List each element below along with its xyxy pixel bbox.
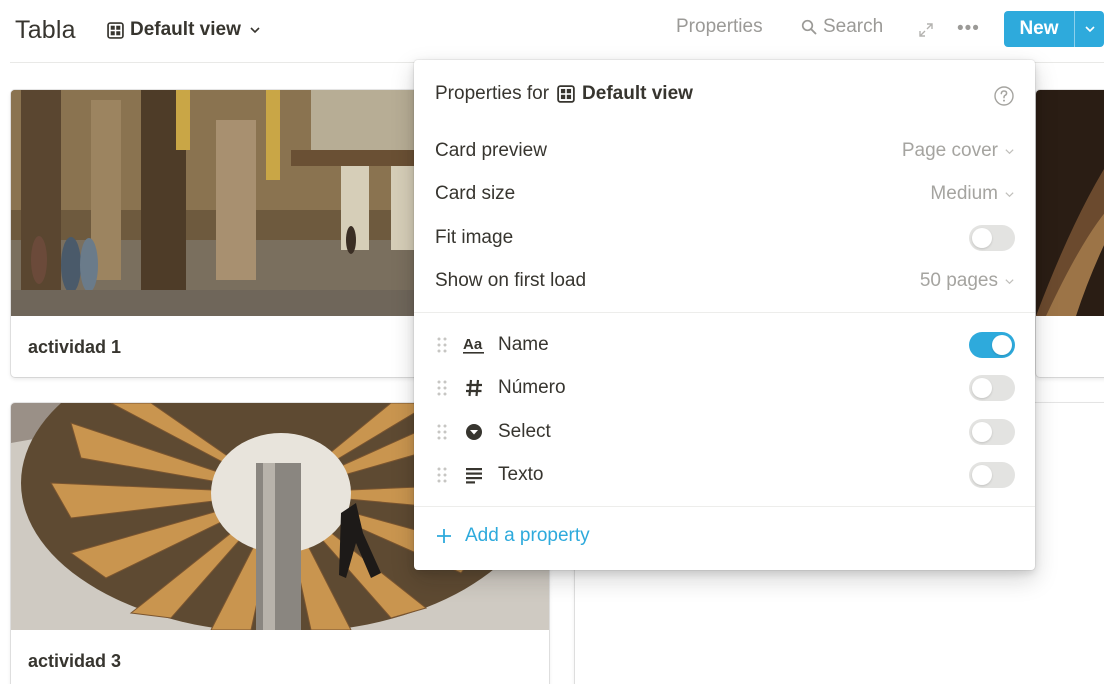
toggle-knob [972, 378, 992, 398]
chevron-down-icon [250, 27, 260, 34]
help-icon[interactable] [993, 85, 1015, 107]
drag-handle-icon[interactable] [435, 422, 449, 442]
popup-view-name-text: Default view [582, 83, 693, 104]
card-title: actividad 1 [28, 337, 122, 357]
card-size-option: Card size Medium [435, 178, 1015, 210]
card-title: actividad 3 [28, 651, 122, 671]
popup-divider [414, 506, 1035, 507]
text-lines-icon [463, 465, 485, 485]
chevron-down-icon [1005, 148, 1014, 154]
gallery-view-icon [107, 21, 124, 39]
open-full-page-button[interactable] [918, 22, 934, 38]
svg-text:Aa: Aa [463, 336, 483, 353]
card-size-select[interactable]: Medium [930, 183, 1015, 205]
option-value: 50 pages [919, 270, 998, 291]
drag-handle-icon[interactable] [435, 378, 449, 398]
add-property-button[interactable]: Add a property [435, 525, 590, 547]
option-label: Show on first load [435, 270, 587, 291]
fit-image-toggle[interactable] [969, 225, 1015, 251]
chevron-down-icon [1005, 278, 1014, 284]
option-value: Page cover [901, 140, 998, 161]
toggle-knob [972, 228, 992, 248]
view-name: Default view [130, 19, 241, 40]
option-label: Card preview [435, 140, 547, 161]
chevron-down-icon [1005, 191, 1014, 197]
search-button-label: Search [823, 16, 884, 37]
add-property-label: Add a property [465, 525, 590, 546]
card-cover-image [1036, 90, 1104, 316]
expand-arrows-icon [919, 23, 933, 37]
property-label: Name [498, 334, 549, 355]
popup-heading-prefix: Properties for [435, 83, 550, 104]
new-dropdown-button[interactable] [1074, 11, 1104, 47]
name-visibility-toggle[interactable] [969, 332, 1015, 358]
new-button[interactable]: New [1004, 11, 1104, 47]
property-label: Texto [498, 464, 544, 485]
more-dots-icon: ••• [957, 18, 980, 39]
more-options-button[interactable]: ••• [957, 18, 980, 40]
property-label: Select [498, 421, 551, 442]
popup-heading: Properties for Default view [435, 83, 693, 105]
properties-button-label: Properties [676, 16, 763, 37]
select-chevron-icon [463, 422, 485, 442]
property-row-texto[interactable]: Texto [435, 458, 1015, 492]
properties-popup: Properties for Default view Card preview… [414, 60, 1035, 570]
numero-visibility-toggle[interactable] [969, 375, 1015, 401]
chevron-down-icon [1084, 26, 1095, 33]
option-label: Card size [435, 183, 516, 204]
select-visibility-toggle[interactable] [969, 419, 1015, 445]
gallery-view-icon [557, 85, 575, 103]
toggle-knob [972, 465, 992, 485]
drag-handle-icon[interactable] [435, 465, 449, 485]
property-label: Número [498, 377, 566, 398]
page-title: Tabla [15, 16, 76, 44]
search-button[interactable]: Search [801, 16, 883, 38]
toggle-knob [992, 335, 1012, 355]
card-preview-option: Card preview Page cover [435, 135, 1015, 167]
title-aa-icon: Aa [463, 335, 485, 355]
search-icon [801, 19, 817, 35]
view-header: Tabla Default view Properties Search ••• [0, 0, 1104, 62]
drag-handle-icon[interactable] [435, 335, 449, 355]
first-load-select[interactable]: 50 pages [920, 270, 1015, 292]
option-value: Medium [930, 183, 998, 204]
view-switcher[interactable]: Default view [107, 17, 261, 43]
gallery-card[interactable] [1036, 90, 1104, 377]
plus-icon [437, 529, 451, 543]
card-preview-select[interactable]: Page cover [902, 140, 1015, 162]
popup-divider [414, 312, 1035, 313]
property-row-numero[interactable]: Número [435, 371, 1015, 405]
property-row-select[interactable]: Select [435, 415, 1015, 449]
show-on-first-load-option: Show on first load 50 pages [435, 265, 1015, 297]
fit-image-option: Fit image [435, 222, 1015, 254]
toggle-knob [972, 422, 992, 442]
option-label: Fit image [435, 227, 514, 248]
texto-visibility-toggle[interactable] [969, 462, 1015, 488]
property-row-name[interactable]: Aa Name [435, 328, 1015, 362]
new-button-label[interactable]: New [1004, 11, 1074, 47]
popup-view-name: Default view [557, 83, 693, 105]
number-hash-icon [463, 378, 485, 398]
properties-button[interactable]: Properties [676, 16, 763, 38]
